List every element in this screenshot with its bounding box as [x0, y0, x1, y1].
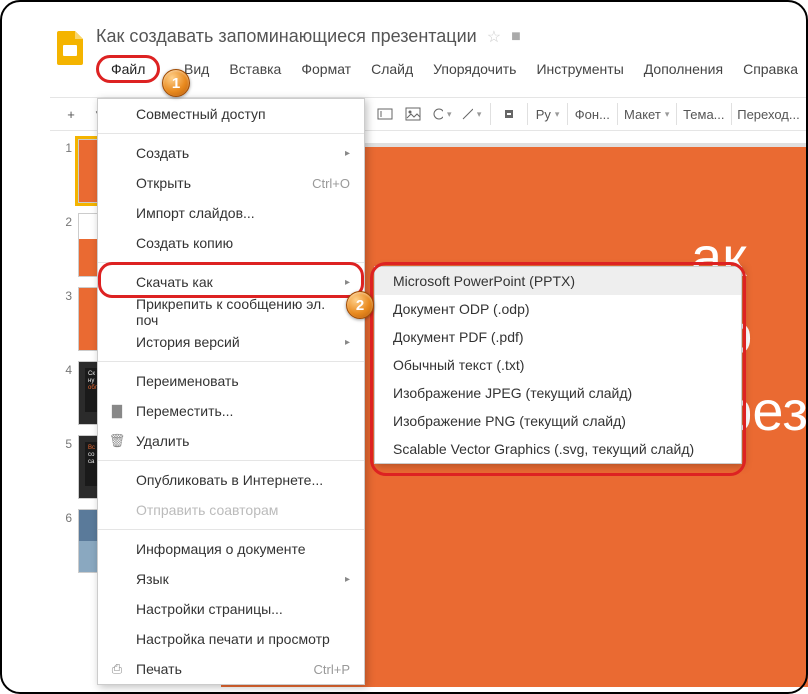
- menu-file[interactable]: Файл: [96, 55, 160, 83]
- menu-tools[interactable]: Инструменты: [526, 57, 633, 81]
- menu-addons[interactable]: Дополнения: [634, 57, 733, 81]
- download-pptx[interactable]: Microsoft PowerPoint (PPTX): [375, 267, 741, 295]
- thumb-num: 5: [54, 435, 72, 499]
- shape-icon[interactable]: [428, 101, 456, 127]
- menu-new[interactable]: Создать▸: [98, 138, 364, 168]
- textbox-icon[interactable]: [372, 101, 398, 127]
- file-menu: Совместный доступ Создать▸ ОткрытьCtrl+O…: [97, 98, 365, 685]
- thumb-num: 4: [54, 361, 72, 425]
- comment-icon[interactable]: [496, 101, 522, 127]
- menu-language[interactable]: Язык▸: [98, 564, 364, 594]
- menu-publish[interactable]: Опубликовать в Интернете...: [98, 465, 364, 495]
- download-odp[interactable]: Документ ODP (.odp): [375, 295, 741, 323]
- thumb-num: 2: [54, 213, 72, 277]
- line-icon[interactable]: [457, 101, 485, 127]
- menu-print-setup[interactable]: Настройка печати и просмотр: [98, 624, 364, 654]
- menu-arrange[interactable]: Упорядочить: [423, 57, 526, 81]
- menu-import[interactable]: Импорт слайдов...: [98, 198, 364, 228]
- download-svg[interactable]: Scalable Vector Graphics (.svg, текущий …: [375, 435, 741, 463]
- background-button[interactable]: Фон...: [573, 101, 612, 127]
- menubar: Файл Вид Вставка Формат Слайд Упорядочит…: [96, 55, 808, 83]
- menu-insert[interactable]: Вставка: [219, 57, 291, 81]
- theme-button[interactable]: Тема...: [682, 101, 727, 127]
- download-jpeg[interactable]: Изображение JPEG (текущий слайд): [375, 379, 741, 407]
- print-icon: ⎙: [108, 661, 126, 677]
- menu-format[interactable]: Формат: [291, 57, 361, 81]
- menu-copy[interactable]: Создать копию: [98, 228, 364, 258]
- menu-delete[interactable]: 🗑Удалить: [98, 426, 364, 456]
- download-png[interactable]: Изображение PNG (текущий слайд): [375, 407, 741, 435]
- image-icon[interactable]: [400, 101, 426, 127]
- menu-slide[interactable]: Слайд: [361, 57, 423, 81]
- menu-rename[interactable]: Переименовать: [98, 366, 364, 396]
- menu-help[interactable]: Справка: [733, 57, 808, 81]
- layout-button[interactable]: Макет: [623, 101, 671, 127]
- menu-send-coauthors: Отправить соавторам: [98, 495, 364, 525]
- new-slide-button[interactable]: +: [58, 101, 84, 127]
- thumb-num: 1: [54, 139, 72, 203]
- menu-open[interactable]: ОткрытьCtrl+O: [98, 168, 364, 198]
- doc-title[interactable]: Как создавать запоминающиеся презентации: [96, 26, 477, 47]
- menu-history[interactable]: История версий▸: [98, 327, 364, 357]
- download-txt[interactable]: Обычный текст (.txt): [375, 351, 741, 379]
- lang-button[interactable]: Ру: [533, 101, 562, 127]
- transition-button[interactable]: Переход...: [737, 101, 800, 127]
- download-as-submenu: Microsoft PowerPoint (PPTX) Документ ODP…: [374, 266, 742, 464]
- thumb-num: 6: [54, 509, 72, 573]
- folder-icon[interactable]: ■: [511, 28, 521, 46]
- menu-attach[interactable]: Прикрепить к сообщению эл. поч: [98, 297, 364, 327]
- app-logo: [55, 30, 85, 66]
- thumb-num: 3: [54, 287, 72, 351]
- trash-icon: 🗑: [108, 433, 126, 449]
- menu-print[interactable]: ⎙ПечатьCtrl+P: [98, 654, 364, 684]
- menu-move[interactable]: ▇Переместить...: [98, 396, 364, 426]
- star-icon[interactable]: ☆: [487, 27, 501, 47]
- menu-download-as[interactable]: Скачать как▸: [98, 267, 364, 297]
- callout-2: 2: [346, 291, 374, 319]
- folder-icon: ▇: [108, 403, 126, 419]
- download-pdf[interactable]: Документ PDF (.pdf): [375, 323, 741, 351]
- menu-share[interactable]: Совместный доступ: [98, 99, 364, 129]
- menu-page-setup[interactable]: Настройки страницы...: [98, 594, 364, 624]
- menu-doc-info[interactable]: Информация о документе: [98, 534, 364, 564]
- callout-1: 1: [162, 69, 190, 97]
